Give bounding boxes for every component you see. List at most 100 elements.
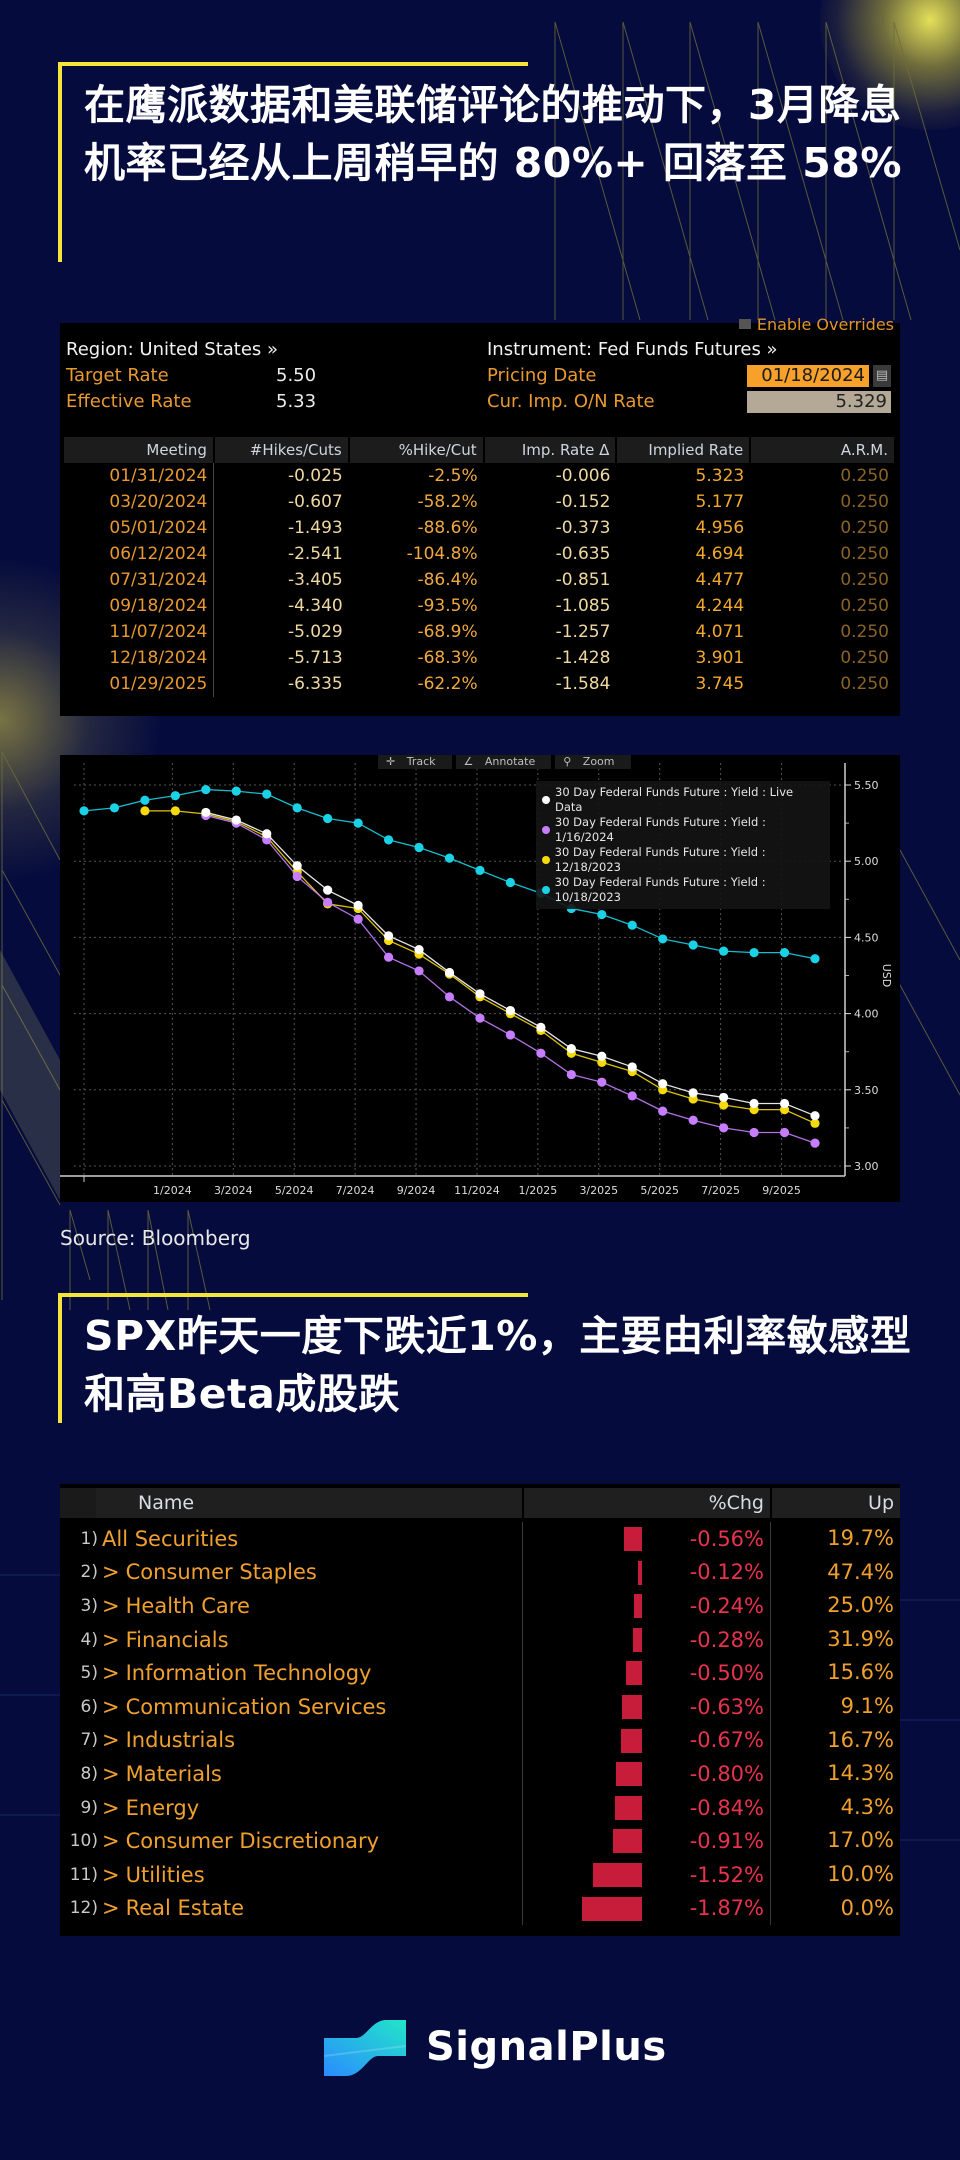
chevron-right-icon[interactable]: >	[102, 1560, 120, 1584]
data-point	[505, 1005, 516, 1016]
sector-name-link[interactable]: > Health Care	[98, 1594, 522, 1618]
track-button[interactable]: ✛ Track	[378, 755, 452, 769]
list-item[interactable]: 10) > Consumer Discretionary -0.91% 17.0%	[60, 1824, 900, 1858]
col-pct-hike-cut[interactable]: %Hike/Cut	[348, 437, 485, 463]
pct-chg-value: -0.91%	[689, 1829, 764, 1854]
sector-name-link[interactable]: > Real Estate	[98, 1896, 522, 1920]
col-name[interactable]: Name	[60, 1488, 522, 1518]
data-point	[444, 967, 455, 978]
sector-name-link[interactable]: > Communication Services	[98, 1695, 522, 1719]
sector-name-link[interactable]: All Securities	[98, 1527, 522, 1551]
col-arm[interactable]: A.R.M.	[750, 437, 896, 463]
list-item[interactable]: 2) > Consumer Staples -0.12% 47.4%	[60, 1555, 900, 1590]
pct-hike-cut: -104.8%	[406, 544, 478, 564]
meeting-date: 11/07/2024	[64, 619, 215, 645]
meeting-date: 05/01/2024	[64, 515, 215, 541]
chevron-right-icon[interactable]: >	[102, 1661, 120, 1685]
annotate-button[interactable]: ∠ Annotate	[455, 755, 552, 769]
data-point	[444, 853, 455, 863]
up-value: 10.0%	[770, 1857, 900, 1892]
sector-name-link[interactable]: > Industrials	[98, 1728, 522, 1752]
data-point	[201, 784, 211, 795]
data-point	[383, 835, 394, 845]
data-point	[475, 989, 485, 999]
row-number: 3)	[80, 1595, 98, 1616]
legend-item[interactable]: 30 Day Federal Funds Future : Yield : 10…	[542, 875, 824, 905]
list-item[interactable]: 6) > Communication Services -0.63% 9.1%	[60, 1689, 900, 1724]
instrument-link[interactable]: Instrument: Fed Funds Futures »	[487, 337, 778, 363]
table-row[interactable]: 03/20/2024 -0.607 -58.2% -0.152 5.177 0.250	[64, 489, 895, 515]
list-item[interactable]: 5) > Information Technology -0.50% 15.6%	[60, 1656, 900, 1690]
row-number: 12)	[69, 1898, 98, 1919]
target-rate-value: 5.50	[276, 365, 317, 386]
chevron-right-icon[interactable]: >	[102, 1829, 120, 1853]
list-item[interactable]: 7) > Industrials -0.67% 16.7%	[60, 1723, 900, 1758]
calendar-icon[interactable]: ▤	[873, 365, 891, 387]
legend-item[interactable]: 30 Day Federal Funds Future : Yield : 1/…	[542, 815, 824, 845]
checkbox-icon[interactable]	[738, 319, 751, 329]
x-tick-label: 7/2024	[336, 1184, 375, 1197]
chevron-right-icon[interactable]: >	[102, 1863, 120, 1887]
data-point	[627, 1062, 637, 1072]
list-item[interactable]: 3) > Health Care -0.24% 25.0%	[60, 1589, 900, 1623]
sector-name-link[interactable]: > Consumer Staples	[98, 1560, 522, 1584]
zoom-button[interactable]: ⚲ Zoom	[555, 755, 631, 769]
col-meeting[interactable]: Meeting	[64, 437, 215, 463]
hikes-cuts: -2.541	[287, 544, 343, 564]
chevron-right-icon[interactable]: >	[102, 1594, 120, 1618]
chevron-right-icon[interactable]: >	[102, 1796, 120, 1820]
table-row[interactable]: 01/31/2024 -0.025 -2.5% -0.006 5.323 0.250	[64, 463, 895, 489]
col-pct-chg[interactable]: %Chg	[522, 1488, 770, 1518]
col-hikes-cuts[interactable]: #Hikes/Cuts	[213, 437, 350, 463]
row-number: 4)	[80, 1629, 98, 1650]
chevron-right-icon[interactable]: >	[102, 1628, 120, 1652]
arm-value: 0.250	[840, 596, 889, 616]
chg-bar	[634, 1594, 642, 1619]
table-row[interactable]: 07/31/2024 -3.405 -86.4% -0.851 4.477 0.250	[64, 567, 895, 593]
data-point	[414, 842, 424, 853]
data-point	[292, 803, 302, 813]
chevron-right-icon[interactable]: >	[102, 1695, 120, 1719]
table-row[interactable]: 09/18/2024 -4.340 -93.5% -1.085 4.244 0.250	[64, 593, 895, 619]
sector-name-link[interactable]: > Consumer Discretionary	[98, 1829, 522, 1853]
list-item[interactable]: 8) > Materials -0.80% 14.3%	[60, 1757, 900, 1791]
sector-name-link[interactable]: > Energy	[98, 1796, 522, 1820]
table-row[interactable]: 06/12/2024 -2.541 -104.8% -0.635 4.694 0.250	[64, 541, 895, 567]
chevron-right-icon[interactable]: >	[102, 1896, 120, 1920]
col-imp-rate-delta[interactable]: Imp. Rate Δ	[483, 437, 618, 463]
sector-name-link[interactable]: > Utilities	[98, 1863, 522, 1887]
table-row[interactable]: 11/07/2024 -5.029 -68.9% -1.257 4.071 0.250	[64, 619, 895, 645]
col-up[interactable]: Up	[770, 1488, 900, 1518]
data-point	[383, 952, 394, 962]
arm-value: 0.250	[840, 622, 889, 642]
data-point	[688, 1088, 698, 1098]
col-implied-rate[interactable]: Implied Rate	[616, 437, 752, 463]
region-link[interactable]: Region: United States »	[66, 337, 278, 363]
list-item[interactable]: 11) > Utilities -1.52% 10.0%	[60, 1857, 900, 1892]
sector-name-link[interactable]: > Materials	[98, 1762, 522, 1786]
table-row[interactable]: 01/29/2025 -6.335 -62.2% -1.584 3.745 0.250	[64, 671, 895, 697]
enable-overrides-toggle[interactable]: Enable Overrides	[738, 317, 894, 331]
y-tick-label: 4.00	[854, 1008, 879, 1021]
list-item[interactable]: 1) All Securities -0.56% 19.7%	[60, 1522, 900, 1556]
legend-item[interactable]: 30 Day Federal Funds Future : Yield : 12…	[542, 845, 824, 875]
list-item[interactable]: 4) > Financials -0.28% 31.9%	[60, 1622, 900, 1657]
legend-dot-icon	[542, 856, 550, 864]
cur-imp-rate-field[interactable]: 5.329	[747, 391, 891, 413]
sector-name-link[interactable]: > Information Technology	[98, 1661, 522, 1685]
legend-item[interactable]: 30 Day Federal Funds Future : Yield : Li…	[542, 785, 824, 815]
sector-name-link[interactable]: > Financials	[98, 1628, 522, 1652]
pricing-date-input[interactable]: 01/18/2024	[747, 365, 869, 387]
chevron-right-icon[interactable]: >	[102, 1728, 120, 1752]
signalplus-logo: SignalPlus	[322, 2016, 667, 2078]
table-row[interactable]: 12/18/2024 -5.713 -68.3% -1.428 3.901 0.250	[64, 645, 895, 671]
chevron-right-icon[interactable]: >	[102, 1762, 120, 1786]
table-row[interactable]: 05/01/2024 -1.493 -88.6% -0.373 4.956 0.250	[64, 515, 895, 541]
chart-toolbar: ✛ Track ∠ Annotate ⚲ Zoom	[378, 755, 631, 769]
list-item[interactable]: 12) > Real Estate -1.87% 0.0%	[60, 1891, 900, 1926]
pricing-date-label: Pricing Date	[487, 365, 597, 386]
hikes-cuts: -3.405	[287, 570, 343, 590]
pct-hike-cut: -93.5%	[417, 596, 478, 616]
list-item[interactable]: 9) > Energy -0.84% 4.3%	[60, 1790, 900, 1825]
meeting-date: 07/31/2024	[64, 567, 215, 593]
